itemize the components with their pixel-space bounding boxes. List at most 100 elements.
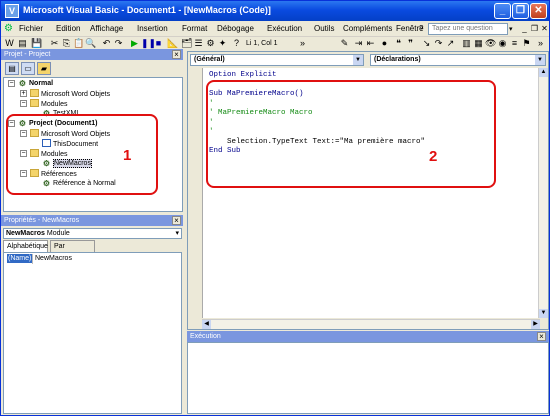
step-out-icon[interactable]: ↗ [445,38,456,49]
expand-icon[interactable]: + [20,90,27,97]
project-toolbar: ▤ ▭ ▰ [3,61,182,77]
object-browser-icon[interactable]: ⚙ [205,38,216,49]
close-icon: ✕ [534,5,543,16]
paste-icon[interactable]: 📋 [73,38,84,49]
mdi-close-button[interactable]: ✕ [539,24,550,34]
run-icon[interactable]: ▶ [129,38,140,49]
locals-icon[interactable]: ▥ [461,38,472,49]
indent-icon[interactable]: ⇥ [353,38,364,49]
menu-bar: ⚙ Fichier Edition Affichage Insertion Fo… [1,21,549,37]
menu-insertion[interactable]: Insertion [137,24,168,33]
menu-fichier[interactable]: Fichier [19,24,43,33]
copy-icon[interactable]: ⎘ [61,38,72,49]
vba-menu-icon[interactable]: ⚙ [4,23,16,35]
save-icon[interactable]: 💾 [31,38,42,49]
step-over-icon[interactable]: ↷ [433,38,444,49]
code-gutter [188,68,202,318]
question-input[interactable]: Tapez une question [428,23,508,35]
toolbox-icon[interactable]: ✦ [217,38,228,49]
tree-item[interactable]: Microsoft Word Objets [30,89,110,99]
callout-box-2 [206,80,496,188]
property-name: (Name) [7,254,33,263]
execution-close-icon[interactable]: × [537,332,546,341]
scroll-left-icon[interactable]: ◀ [202,320,211,329]
menu-affichage[interactable]: Affichage [90,24,123,33]
tree-item[interactable]: ⚙ Normal [18,79,53,88]
title-bar: V Microsoft Visual Basic - Document1 - [… [1,1,549,21]
property-divider [32,254,33,264]
chevron-down-icon: ▾ [175,230,179,237]
toolbar-more-icon[interactable]: » [535,38,546,49]
restore-icon: ❐ [516,5,525,16]
callout-number-1: 1 [123,147,132,164]
scroll-up-icon[interactable]: ▲ [539,68,548,77]
tree-item-label: Normal [29,80,54,87]
toolbar-options-icon[interactable]: » [297,38,308,49]
property-row[interactable]: (Name) NewMacros [4,254,181,264]
scroll-down-icon[interactable]: ▼ [539,309,548,318]
minimize-button[interactable]: _ [494,3,511,19]
properties-window-icon[interactable]: ☰ [193,38,204,49]
project-close-icon[interactable]: × [172,50,181,59]
property-value[interactable]: NewMacros [35,254,72,263]
redo-icon[interactable]: ↷ [113,38,124,49]
menu-execution[interactable]: Exécution [267,24,302,33]
project-explorer-icon[interactable]: 🗂 [181,38,192,49]
call-stack-icon[interactable]: ≡ [509,38,520,49]
menu-outils[interactable]: Outils [314,24,334,33]
outdent-icon[interactable]: ⇤ [365,38,376,49]
quick-watch-icon[interactable]: ◉ [497,38,508,49]
properties-object-combo[interactable]: NewMacros Module ▾ [3,228,182,239]
find-icon[interactable]: 🔍 [85,38,96,49]
insert-module-icon[interactable]: ▤ [17,38,28,49]
folder-icon [30,89,39,97]
horizontal-scrollbar[interactable]: ◀ ▶ [202,319,540,329]
window-title: Microsoft Visual Basic - Document1 - [Ne… [23,5,271,15]
toggle-breakpoint-icon[interactable]: ● [379,38,390,49]
cut-icon[interactable]: ✂ [49,38,60,49]
tab-par-categorie[interactable]: Par catégorie [50,240,95,261]
scroll-right-icon[interactable]: ▶ [531,320,540,329]
break-icon[interactable]: ❚❚ [141,38,156,49]
properties-object-type: Module [46,230,70,237]
menu-debogage[interactable]: Débogage [217,24,254,33]
properties-grid: (Name) NewMacros [3,252,182,414]
minimize-icon: _ [499,5,506,16]
procedure-combo[interactable]: (Déclarations) ▼ [370,54,546,66]
procedure-combo-value: (Déclarations) [374,56,421,63]
menu-complements[interactable]: Compléments [343,24,392,33]
tab-alphabetique[interactable]: Alphabétique [3,240,48,252]
toggle-folders-icon[interactable]: ▰ [37,62,51,75]
undo-icon[interactable]: ↶ [101,38,112,49]
reset-icon[interactable]: ■ [153,38,164,49]
vba-window: V Microsoft Visual Basic - Document1 - [… [0,0,550,416]
bookmark-icon[interactable]: ⚑ [521,38,532,49]
menu-help[interactable]: ? [419,24,423,33]
edit-list-icon[interactable]: ✎ [339,38,350,49]
menu-edition[interactable]: Edition [56,24,80,33]
help-icon[interactable]: ? [231,38,242,49]
tree-item[interactable]: Modules [30,99,67,109]
collapse-icon[interactable]: − [20,100,27,107]
object-combo[interactable]: (Général) ▼ [190,54,364,66]
tree-item-label: Modules [41,101,68,108]
design-mode-icon[interactable]: 📐 [167,38,178,49]
uncomment-block-icon[interactable]: ❞ [405,38,416,49]
maximize-button[interactable]: ❐ [512,3,529,19]
close-button[interactable]: ✕ [530,3,547,19]
view-word-icon[interactable]: W [4,38,15,49]
execution-window[interactable] [187,342,549,414]
properties-close-icon[interactable]: × [172,216,181,225]
chevron-down-icon[interactable]: ▾ [509,25,513,33]
immediate-icon[interactable]: ▦ [473,38,484,49]
collapse-icon[interactable]: − [8,80,15,87]
view-code-icon[interactable]: ▤ [5,62,19,75]
comment-block-icon[interactable]: ❝ [393,38,404,49]
properties-object-name: NewMacros [6,230,45,237]
cursor-position: Li 1, Col 1 [246,40,278,47]
step-into-icon[interactable]: ↘ [421,38,432,49]
view-object-icon[interactable]: ▭ [21,62,35,75]
watch-icon[interactable]: 👁 [485,38,496,49]
menu-format[interactable]: Format [182,24,207,33]
vertical-scrollbar[interactable]: ▲ ▼ [538,68,548,318]
